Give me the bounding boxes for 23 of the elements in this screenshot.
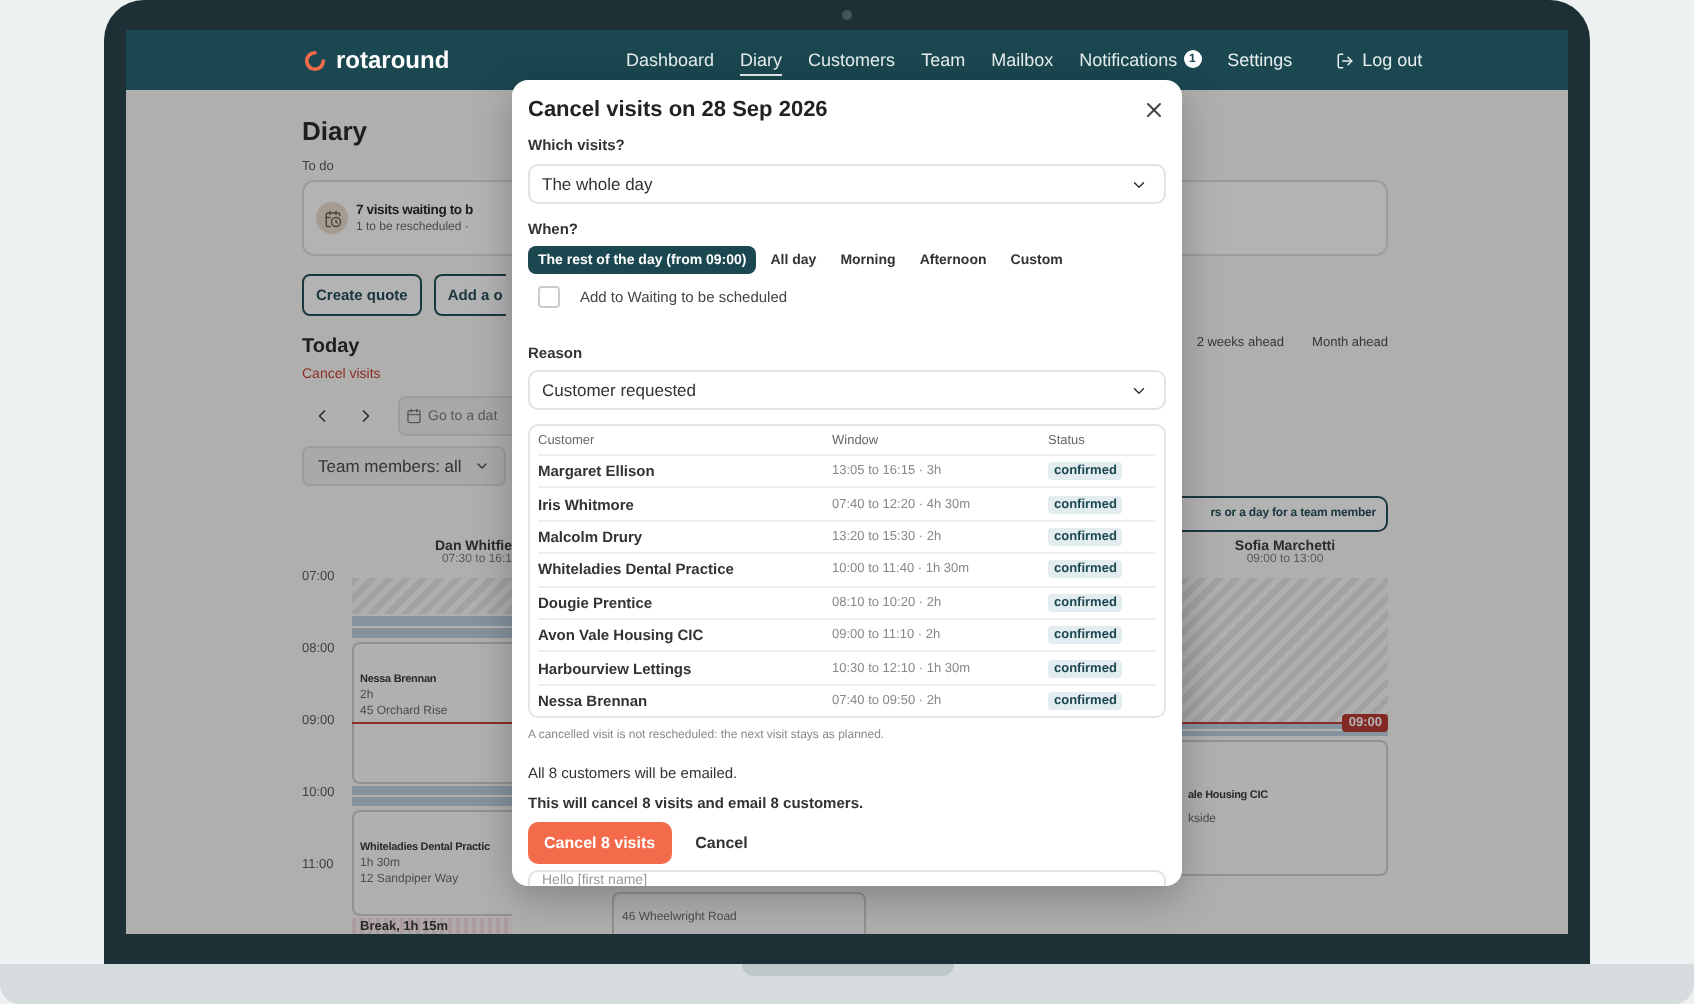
- nav-link[interactable]: Diary: [740, 45, 783, 75]
- checkbox[interactable]: [538, 285, 560, 307]
- nav-link[interactable]: Mailbox: [991, 45, 1054, 75]
- logo-ring-icon: [304, 49, 326, 71]
- which-visits-select[interactable]: The whole day: [528, 164, 1166, 204]
- page-title: Diary: [302, 118, 370, 146]
- calendar-icon: [406, 408, 422, 424]
- logout-link[interactable]: Log out: [1336, 50, 1423, 70]
- cancel-button[interactable]: Cancel: [683, 822, 760, 865]
- nav-link[interactable]: Dashboard: [626, 45, 715, 75]
- team-filter-select[interactable]: Team members: all: [302, 446, 506, 486]
- nav-link[interactable]: Team: [921, 45, 966, 75]
- calendar-clock-icon: [316, 202, 348, 234]
- dialog-title: Cancel visits on 28 Sep 2026: [528, 98, 828, 122]
- logout-icon: [1336, 51, 1355, 69]
- nav-link[interactable]: Customers: [808, 45, 896, 75]
- camera-dot: [842, 10, 852, 20]
- close-button[interactable]: [1142, 98, 1166, 122]
- nav-link[interactable]: Settings: [1227, 45, 1293, 75]
- logo-text: rotaround: [336, 46, 450, 74]
- section-title: Today: [302, 336, 362, 360]
- chevron-down-icon: [474, 458, 490, 474]
- reason-select[interactable]: Customer requested: [528, 370, 1166, 410]
